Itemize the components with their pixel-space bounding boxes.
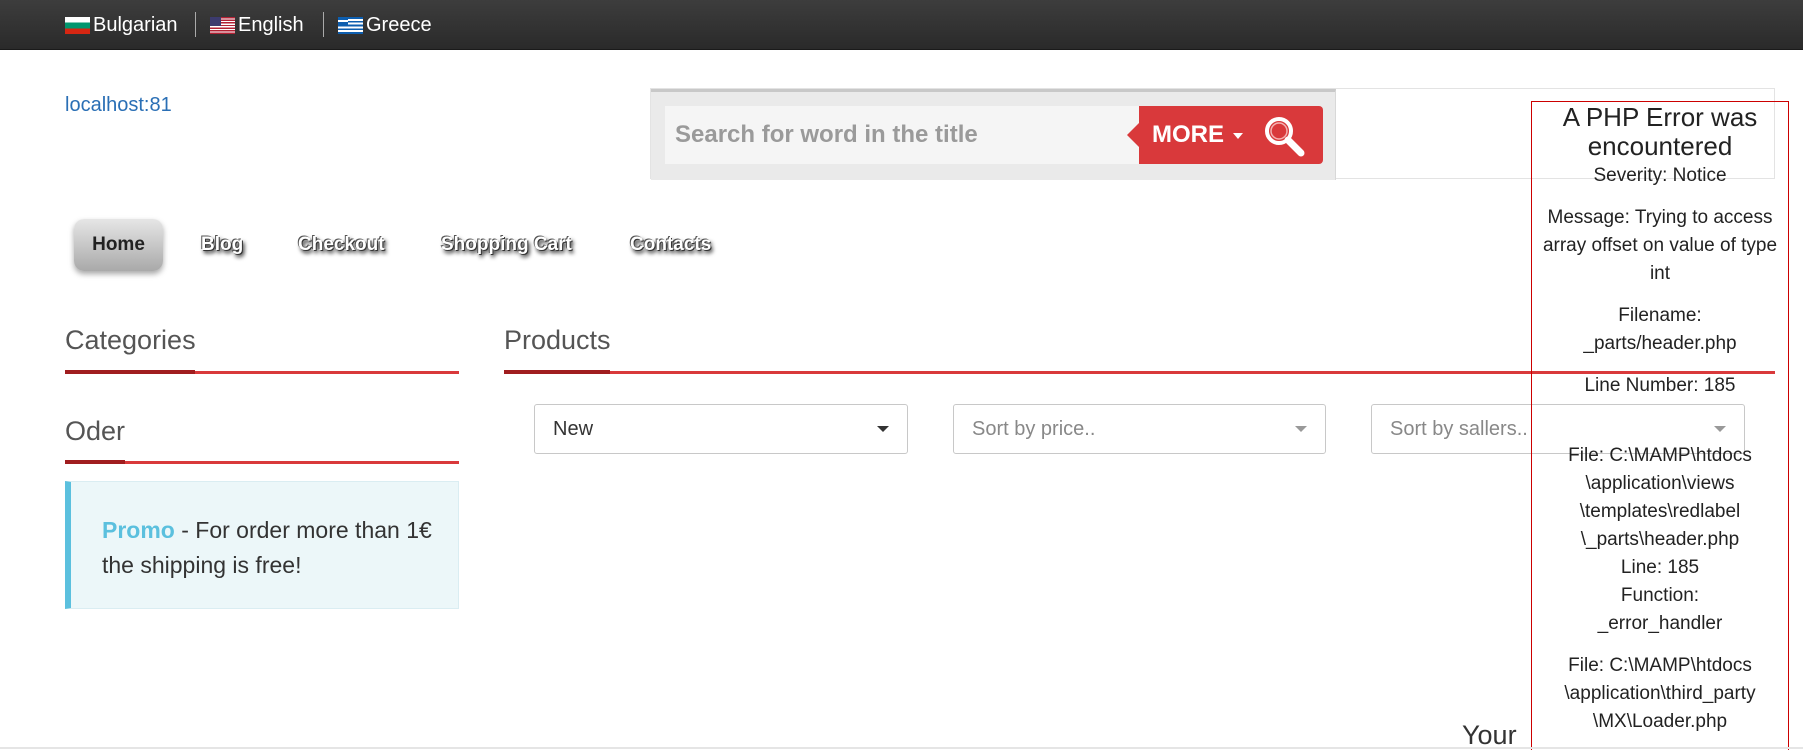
nav-checkout[interactable]: Checkout bbox=[298, 219, 385, 271]
categories-title: Categories bbox=[65, 325, 196, 355]
error-title: A PHP Error was encountered bbox=[1562, 102, 1758, 161]
more-button[interactable]: MORE bbox=[1127, 106, 1323, 164]
section-underline-accent bbox=[504, 370, 610, 374]
error-filename: Filename: _parts/header.php bbox=[1532, 302, 1788, 358]
trace-function-label: Function: bbox=[1620, 585, 1700, 606]
trace-file-line: \_parts\header.php bbox=[1580, 529, 1740, 550]
trace-function: _error_handler bbox=[1597, 613, 1723, 634]
language-label: Greece bbox=[366, 13, 432, 36]
trace-file-line: \application\views bbox=[1585, 473, 1735, 494]
trace-file-line: \MX\Loader.php bbox=[1592, 711, 1728, 732]
site-home-link[interactable]: localhost:81 bbox=[65, 94, 172, 117]
language-greece[interactable]: Greece bbox=[338, 12, 432, 38]
usa-flag-icon bbox=[210, 16, 235, 34]
caret-down-icon bbox=[877, 426, 889, 432]
error-severity: Severity: Notice bbox=[1593, 165, 1727, 186]
language-english[interactable]: English bbox=[210, 12, 304, 38]
trace-line: Line: 185 bbox=[1620, 557, 1700, 578]
trace-file-line: \application\third_party bbox=[1564, 683, 1756, 704]
error-filename-label: Filename: bbox=[1618, 305, 1702, 326]
page-bottom-border bbox=[0, 747, 1803, 749]
select-placeholder: Sort by price.. bbox=[972, 418, 1096, 440]
section-underline-accent bbox=[65, 460, 125, 464]
sort-by-price-select[interactable]: Sort by price.. bbox=[953, 404, 1326, 454]
products-title: Products bbox=[504, 325, 611, 355]
search-icon[interactable] bbox=[1261, 113, 1307, 159]
language-bulgarian[interactable]: Bulgarian bbox=[65, 12, 178, 38]
order-by-select[interactable]: New bbox=[534, 404, 908, 454]
error-trace: File: C:\MAMP\htdocs \application\views … bbox=[1532, 442, 1788, 638]
more-label: MORE bbox=[1152, 121, 1224, 148]
error-filename-value: _parts/header.php bbox=[1583, 333, 1737, 354]
divider bbox=[323, 12, 324, 37]
select-placeholder: Sort by sallers.. bbox=[1390, 418, 1528, 440]
error-trace: File: C:\MAMP\htdocs \application\third_… bbox=[1532, 652, 1788, 736]
error-line-number: Line Number: 185 bbox=[1584, 375, 1736, 396]
promo-label: Promo bbox=[102, 517, 175, 543]
language-bar: Bulgarian English Greece bbox=[0, 0, 1803, 50]
search-box: MORE bbox=[651, 89, 1336, 180]
trace-file-line: File: C:\MAMP\htdocs bbox=[1568, 655, 1752, 676]
section-underline-accent bbox=[65, 370, 195, 374]
select-value: New bbox=[553, 418, 594, 440]
caret-down-icon bbox=[1233, 133, 1243, 139]
order-title: Oder bbox=[65, 416, 126, 446]
nav-shopping-cart[interactable]: Shopping Cart bbox=[441, 219, 572, 271]
bulgaria-flag-icon bbox=[65, 16, 90, 34]
promo-alert: Promo - For order more than 1€ the shipp… bbox=[65, 481, 459, 609]
partial-heading: Your bbox=[1462, 720, 1517, 750]
nav-home[interactable]: Home bbox=[74, 219, 163, 271]
php-error-box: A PHP Error was encountered Severity: No… bbox=[1531, 101, 1789, 750]
search-input[interactable] bbox=[665, 106, 1143, 164]
divider bbox=[195, 12, 196, 37]
caret-down-icon bbox=[1295, 426, 1307, 432]
error-message: Message: Trying to access array offset o… bbox=[1542, 207, 1778, 284]
language-label: Bulgarian bbox=[93, 13, 178, 36]
trace-file-line: File: C:\MAMP\htdocs bbox=[1568, 445, 1752, 466]
nav-contacts[interactable]: Contacts bbox=[630, 219, 711, 271]
trace-file-line: \templates\redlabel bbox=[1579, 501, 1741, 522]
greece-flag-icon bbox=[338, 16, 363, 34]
promo-text: Promo - For order more than 1€ the shipp… bbox=[102, 513, 442, 583]
nav-blog[interactable]: Blog bbox=[201, 219, 243, 271]
language-label: English bbox=[238, 13, 304, 36]
